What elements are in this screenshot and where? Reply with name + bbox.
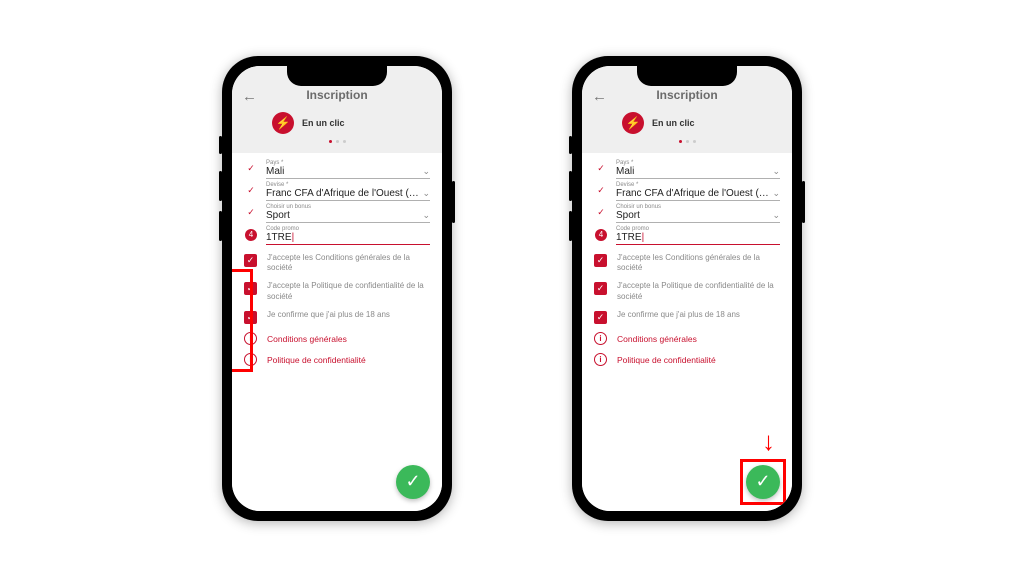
chevron-down-icon: ⌄	[422, 188, 430, 199]
tab-one-click[interactable]: ⚡ En un clic	[592, 112, 782, 134]
app-header: ← Inscription ⚡ En un clic	[582, 84, 792, 153]
link-terms[interactable]: Conditions générales	[617, 334, 697, 344]
bonus-select[interactable]: Choisir un bonus Sport⌄	[266, 203, 430, 223]
checkbox-label: Je confirme que j'ai plus de 18 ans	[267, 310, 390, 320]
link-privacy[interactable]: Politique de confidentialité	[267, 355, 366, 365]
chevron-down-icon: ⌄	[772, 166, 780, 177]
step-badge: 4	[245, 229, 257, 241]
checkbox-label: J'accepte les Conditions générales de la…	[617, 253, 780, 274]
link-terms[interactable]: Conditions générales	[267, 334, 347, 344]
bonus-select[interactable]: Choisir un bonus Sport⌄	[616, 203, 780, 223]
checkbox-age[interactable]: ✓	[244, 311, 257, 324]
checkbox-label: J'accepte la Politique de confidentialit…	[267, 281, 430, 302]
checkbox-terms[interactable]: ✓	[244, 254, 257, 267]
checkbox-privacy[interactable]: ✓	[594, 282, 607, 295]
field-value: Mali	[266, 166, 284, 177]
check-icon: ✓	[755, 471, 770, 492]
page-title: Inscription	[592, 88, 782, 102]
chevron-down-icon: ⌄	[422, 166, 430, 177]
bolt-icon: ⚡	[272, 112, 294, 134]
field-value: 1TRE	[266, 232, 294, 243]
step-badge: 4	[595, 229, 607, 241]
field-value: Mali	[616, 166, 634, 177]
checkbox-terms[interactable]: ✓	[594, 254, 607, 267]
page-indicator	[592, 140, 782, 143]
field-value: 1TRE	[616, 232, 644, 243]
promo-code-input[interactable]: Code promo 1TRE	[616, 225, 780, 245]
checkbox-age[interactable]: ✓	[594, 311, 607, 324]
tab-one-click[interactable]: ⚡ En un clic	[242, 112, 432, 134]
phone-notch	[287, 66, 387, 86]
submit-button[interactable]: ✓	[396, 465, 430, 499]
phone-mockup-left: ← Inscription ⚡ En un clic ✓ Pays * Mali…	[222, 56, 452, 521]
country-select[interactable]: Pays * Mali⌄	[266, 159, 430, 179]
submit-button[interactable]: ✓	[746, 465, 780, 499]
app-header: ← Inscription ⚡ En un clic	[232, 84, 442, 153]
currency-select[interactable]: Devise * Franc CFA d'Afrique de l'Ouest …	[266, 181, 430, 201]
field-value: Sport	[266, 210, 290, 221]
chevron-down-icon: ⌄	[772, 210, 780, 221]
check-icon: ✓	[594, 163, 608, 174]
field-value: Franc CFA d'Afrique de l'Ouest (…	[616, 188, 769, 199]
info-icon: i	[594, 332, 607, 345]
check-icon: ✓	[244, 185, 258, 196]
arrow-down-icon: ↓	[762, 426, 775, 457]
phone-mockup-right: ← Inscription ⚡ En un clic ✓ Pays * Mali…	[572, 56, 802, 521]
back-icon[interactable]: ←	[242, 88, 257, 105]
chevron-down-icon: ⌄	[772, 188, 780, 199]
promo-code-input[interactable]: Code promo 1TRE	[266, 225, 430, 245]
field-value: Sport	[616, 210, 640, 221]
tab-label: En un clic	[302, 118, 345, 128]
page-title: Inscription	[242, 88, 432, 102]
info-icon: i	[244, 332, 257, 345]
check-icon: ✓	[405, 471, 420, 492]
info-icon: i	[594, 353, 607, 366]
check-icon: ✓	[244, 207, 258, 218]
check-icon: ✓	[244, 163, 258, 174]
checkbox-privacy[interactable]: ✓	[244, 282, 257, 295]
back-icon[interactable]: ←	[592, 88, 607, 105]
bolt-icon: ⚡	[622, 112, 644, 134]
info-icon: i	[244, 353, 257, 366]
currency-select[interactable]: Devise * Franc CFA d'Afrique de l'Ouest …	[616, 181, 780, 201]
tab-label: En un clic	[652, 118, 695, 128]
checkbox-label: J'accepte les Conditions générales de la…	[267, 253, 430, 274]
checkbox-label: Je confirme que j'ai plus de 18 ans	[617, 310, 740, 320]
chevron-down-icon: ⌄	[422, 210, 430, 221]
check-icon: ✓	[594, 185, 608, 196]
link-privacy[interactable]: Politique de confidentialité	[617, 355, 716, 365]
checkbox-label: J'accepte la Politique de confidentialit…	[617, 281, 780, 302]
check-icon: ✓	[594, 207, 608, 218]
phone-notch	[637, 66, 737, 86]
page-indicator	[242, 140, 432, 143]
country-select[interactable]: Pays * Mali⌄	[616, 159, 780, 179]
field-value: Franc CFA d'Afrique de l'Ouest (…	[266, 188, 419, 199]
